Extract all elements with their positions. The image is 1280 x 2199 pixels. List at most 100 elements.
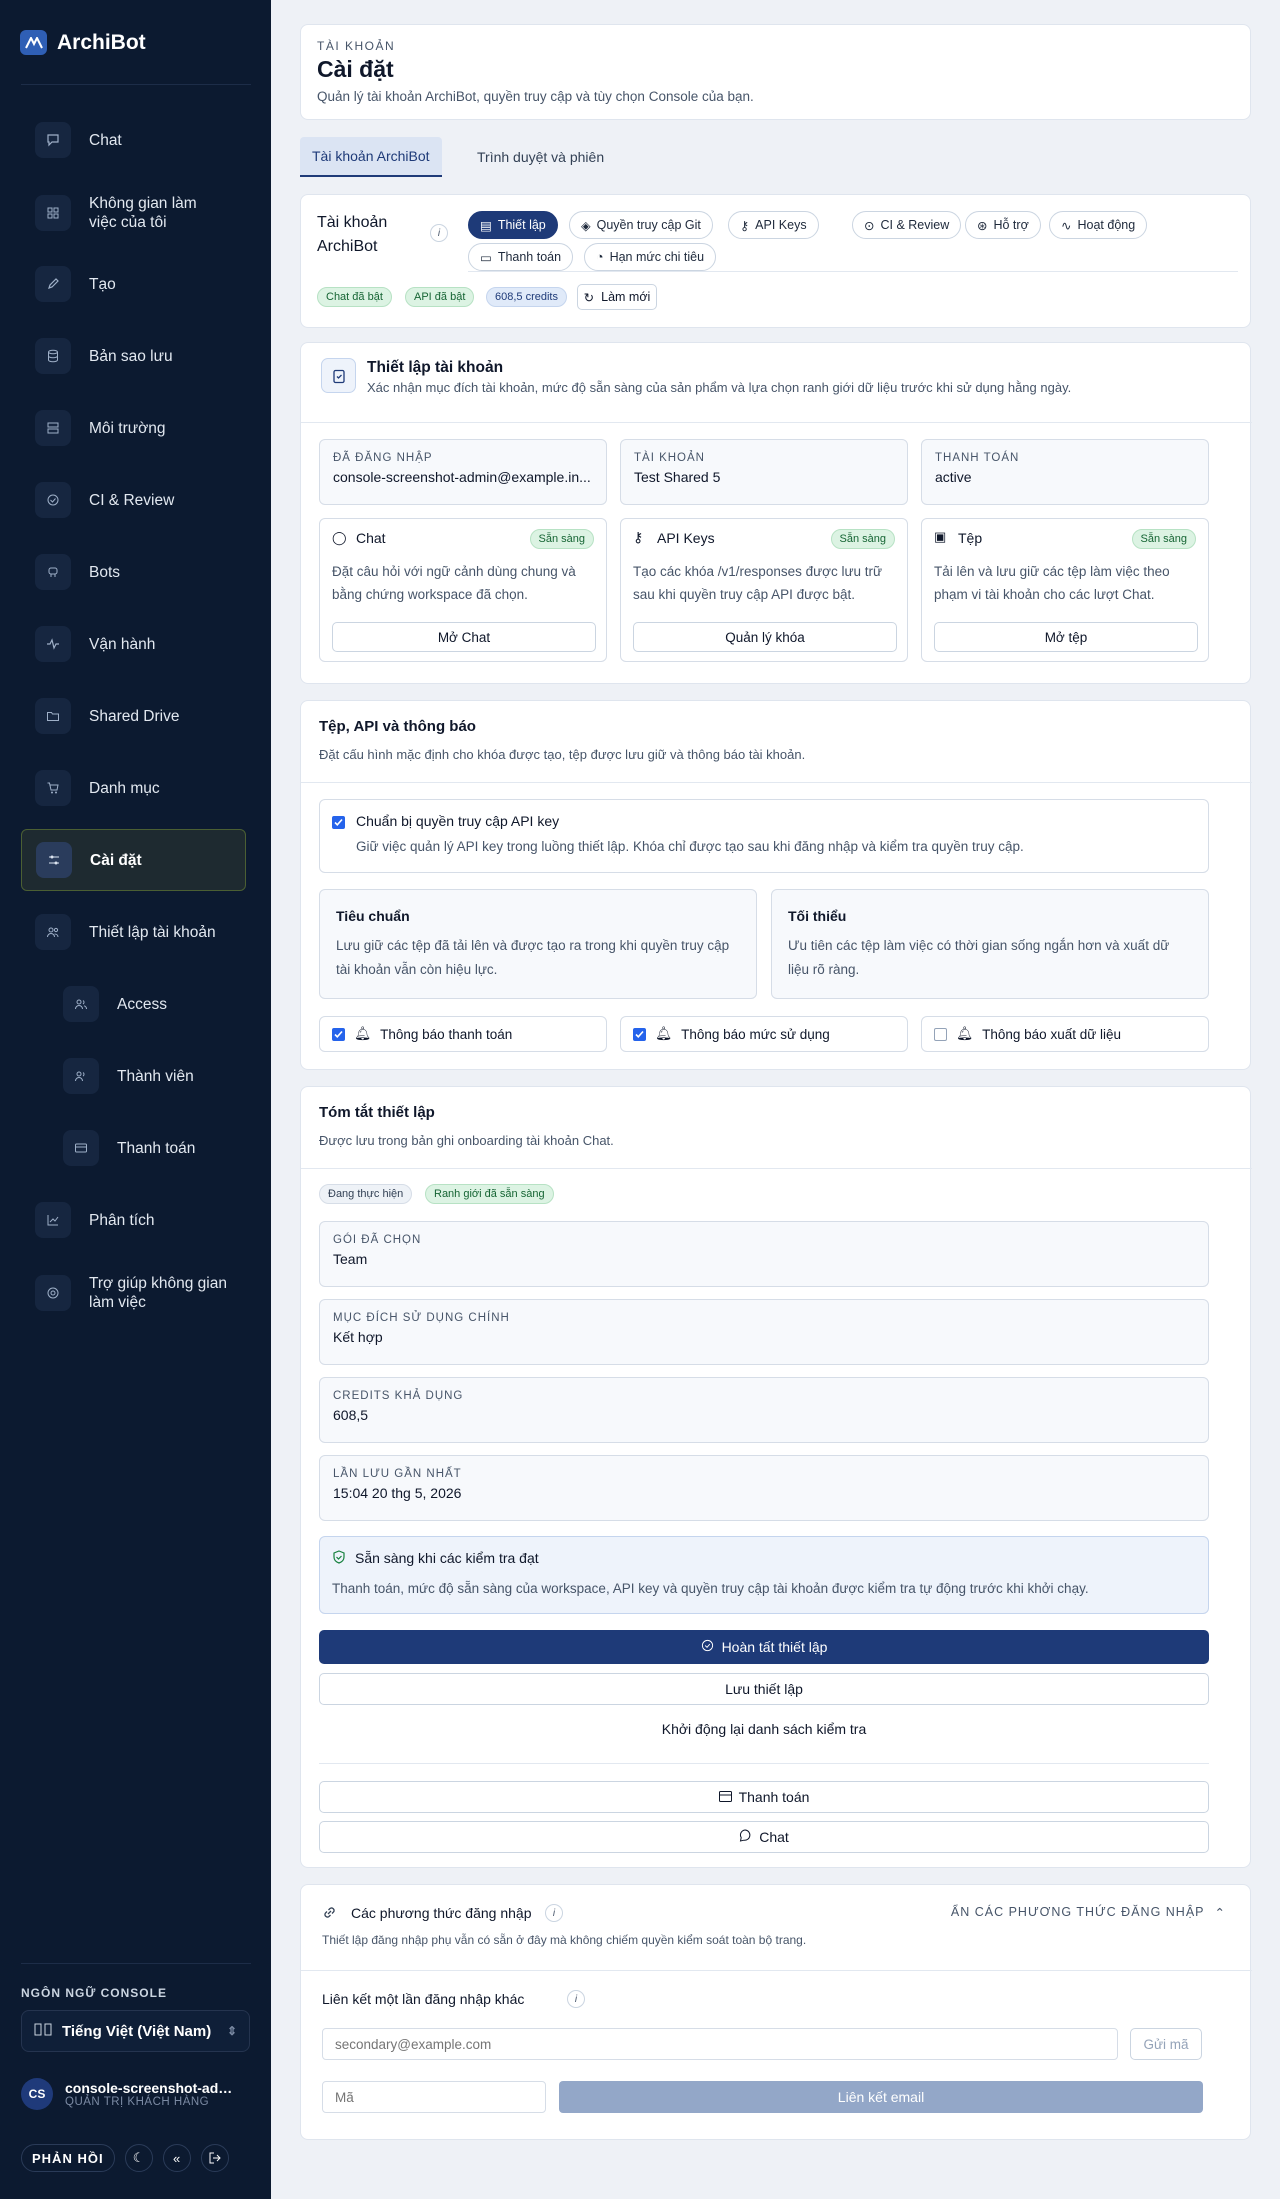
nav-ci-review[interactable]: CI & Review <box>21 482 246 518</box>
nav-environments[interactable]: Môi trường <box>21 410 246 446</box>
send-code-button[interactable]: Gửi mã <box>1130 2028 1202 2060</box>
files-subtitle: Đặt cấu hình mặc định cho khóa được tạo,… <box>319 747 806 762</box>
notify-billing[interactable]: 🔔︎ Thông báo thanh toán <box>319 1016 607 1052</box>
nav-label: Vận hành <box>89 635 156 653</box>
pill-billing[interactable]: ▭ Thanh toán <box>468 243 574 271</box>
secondary-email-input[interactable] <box>322 2028 1118 2060</box>
nav-members[interactable]: Thành viên <box>49 1058 246 1094</box>
clipboard-icon: ▤ <box>480 218 492 233</box>
nav-access[interactable]: Access <box>49 986 246 1022</box>
cart-icon <box>35 770 71 806</box>
billing-link-button[interactable]: Thanh toán <box>319 1781 1209 1813</box>
field-key: LẦN LƯU GẦN NHẤT <box>333 1468 462 1480</box>
brand[interactable]: ArchiBot <box>20 30 146 55</box>
nav-bots[interactable]: Bots <box>21 554 246 590</box>
nav-catalog[interactable]: Danh mục <box>21 770 246 806</box>
apikey-prep-option[interactable]: Chuẩn bị quyền truy cập API key Giữ việc… <box>319 799 1209 873</box>
console-language-select[interactable]: Tiếng Việt (Việt Nam) ⇕ <box>21 2010 250 2052</box>
nav-billing[interactable]: Thanh toán <box>49 1130 246 1166</box>
notify-billing-checkbox[interactable] <box>332 1027 345 1041</box>
chat-link-label: Chat <box>759 1829 789 1845</box>
sidebar-divider <box>21 1963 251 1964</box>
in-progress-badge: Đang thực hiện <box>319 1184 413 1204</box>
page-title: Cài đặt <box>317 56 394 82</box>
pill-git-access[interactable]: ◈ Quyền truy cập Git <box>569 211 713 239</box>
refresh-icon: ↻ <box>583 290 595 305</box>
pill-label: Hạn mức chi tiêu <box>609 250 705 264</box>
hide-signin-toggle[interactable]: ẨN CÁC PHƯƠNG THỨC ĐĂNG NHẬP ⌃ <box>951 1905 1226 1920</box>
nav-label: Chat <box>89 131 122 149</box>
pill-ci-review[interactable]: ⊙ CI & Review <box>852 211 962 239</box>
nav-workspace[interactable]: Không gian làm việc của tôi <box>21 194 246 232</box>
clipboard-check-icon <box>321 358 356 393</box>
pill-activity[interactable]: ∿ Hoạt động <box>1049 211 1148 239</box>
tab-browser-sessions[interactable]: Trình duyệt và phiên <box>465 137 616 177</box>
complete-setup-button[interactable]: Hoàn tất thiết lập <box>319 1630 1209 1664</box>
pill-label: API Keys <box>755 218 807 232</box>
notify-export-checkbox[interactable] <box>934 1027 947 1041</box>
chevron-up-icon: ⌃ <box>1214 1906 1226 1920</box>
logout-icon[interactable] <box>200 2144 229 2172</box>
nav-analytics[interactable]: Phân tích <box>21 1202 246 1238</box>
chat-bubble-icon <box>739 1829 752 1845</box>
pill-api-keys[interactable]: ⚷ API Keys <box>728 211 819 239</box>
retention-standard[interactable]: Tiêu chuẩn Lưu giữ các tệp đã tải lên và… <box>319 889 757 999</box>
feedback-button[interactable]: PHẢN HỒI <box>21 2144 115 2172</box>
billing-link-label: Thanh toán <box>738 1789 810 1805</box>
info-icon[interactable]: i <box>567 1990 585 2008</box>
nav-backups[interactable]: Bản sao lưu <box>21 338 246 374</box>
nav-label: Access <box>117 995 167 1013</box>
tab-archibot-account[interactable]: Tài khoản ArchiBot <box>300 137 442 177</box>
code-input[interactable] <box>322 2081 546 2113</box>
ready-desc: Thanh toán, mức độ sẵn sàng của workspac… <box>332 1581 1089 1596</box>
nav-chat[interactable]: Chat <box>21 122 246 158</box>
notify-usage[interactable]: 🔔︎ Thông báo mức sử dụng <box>620 1016 908 1052</box>
nav-account-setup[interactable]: Thiết lập tài khoản <box>21 914 246 950</box>
field-key: TÀI KHOẢN <box>634 452 705 464</box>
open-files-button[interactable]: Mở tệp <box>934 622 1198 652</box>
pill-spend-limit[interactable]: ◔ Hạn mức chi tiêu <box>584 243 717 271</box>
info-icon[interactable]: i <box>430 224 448 242</box>
activity-icon <box>35 626 71 662</box>
notify-export[interactable]: 🔔︎ Thông báo xuất dữ liệu <box>921 1016 1209 1052</box>
retention-minimal[interactable]: Tối thiểu Ưu tiên các tệp làm việc có th… <box>771 889 1209 999</box>
account-setup-card: Thiết lập tài khoản Xác nhận mục đích tà… <box>300 342 1252 684</box>
restart-checklist-button[interactable]: Khởi động lại danh sách kiểm tra <box>319 1713 1209 1745</box>
refresh-label: Làm mới <box>601 290 651 304</box>
manage-keys-button[interactable]: Quản lý khóa <box>633 622 897 652</box>
console-language-value: Tiếng Việt (Việt Nam) <box>62 2022 212 2040</box>
card-icon: ▭ <box>480 250 492 265</box>
open-chat-button[interactable]: Mở Chat <box>332 622 596 652</box>
info-icon[interactable]: i <box>545 1904 563 1922</box>
nav-settings[interactable]: Cài đặt <box>21 829 246 891</box>
files-title: Tệp, API và thông báo <box>319 718 476 735</box>
field-value: 608,5 <box>333 1407 369 1423</box>
save-setup-button[interactable]: Lưu thiết lập <box>319 1673 1209 1705</box>
chat-link-button[interactable]: Chat <box>319 1821 1209 1853</box>
product-name: API Keys <box>657 530 715 546</box>
nav-create[interactable]: Tạo <box>21 266 246 302</box>
pill-support[interactable]: ⊛ Hỗ trợ <box>965 211 1041 239</box>
pill-setup[interactable]: ▤ Thiết lập <box>468 211 558 239</box>
apikey-desc: Giữ việc quản lý API key trong luồng thi… <box>356 839 1024 854</box>
activity-icon: ∿ <box>1061 218 1072 233</box>
nav-shared-drive[interactable]: Shared Drive <box>21 698 246 734</box>
field-value: console-screenshot-admin@example.in... <box>333 469 591 485</box>
card-icon <box>63 1130 99 1166</box>
bell-icon: 🔔︎ <box>956 1026 974 1041</box>
ready-badge: Sẵn sàng <box>1131 529 1196 549</box>
nav-operations[interactable]: Vận hành <box>21 626 246 662</box>
ready-badge: Sẵn sàng <box>830 529 895 549</box>
collapse-icon[interactable]: « <box>162 2144 191 2172</box>
nav-workspace-help[interactable]: Trợ giúp không gian làm việc <box>21 1274 246 1312</box>
user-profile[interactable]: CS console-screenshot-admin QUẢN TRỊ KHÁ… <box>21 2078 251 2110</box>
option-title: Tiêu chuẩn <box>336 908 410 924</box>
refresh-button[interactable]: ↻ Làm mới <box>577 284 657 310</box>
moon-icon[interactable]: ☾ <box>124 2144 153 2172</box>
apikey-checkbox[interactable] <box>332 816 345 829</box>
ready-badge: Sẵn sàng <box>529 529 594 549</box>
console-language-label: NGÔN NGỮ CONSOLE <box>21 1986 167 2000</box>
link-email-button[interactable]: Liên kết email <box>559 2081 1203 2113</box>
archive-icon: ▣ <box>934 529 947 544</box>
notify-usage-checkbox[interactable] <box>633 1027 646 1041</box>
